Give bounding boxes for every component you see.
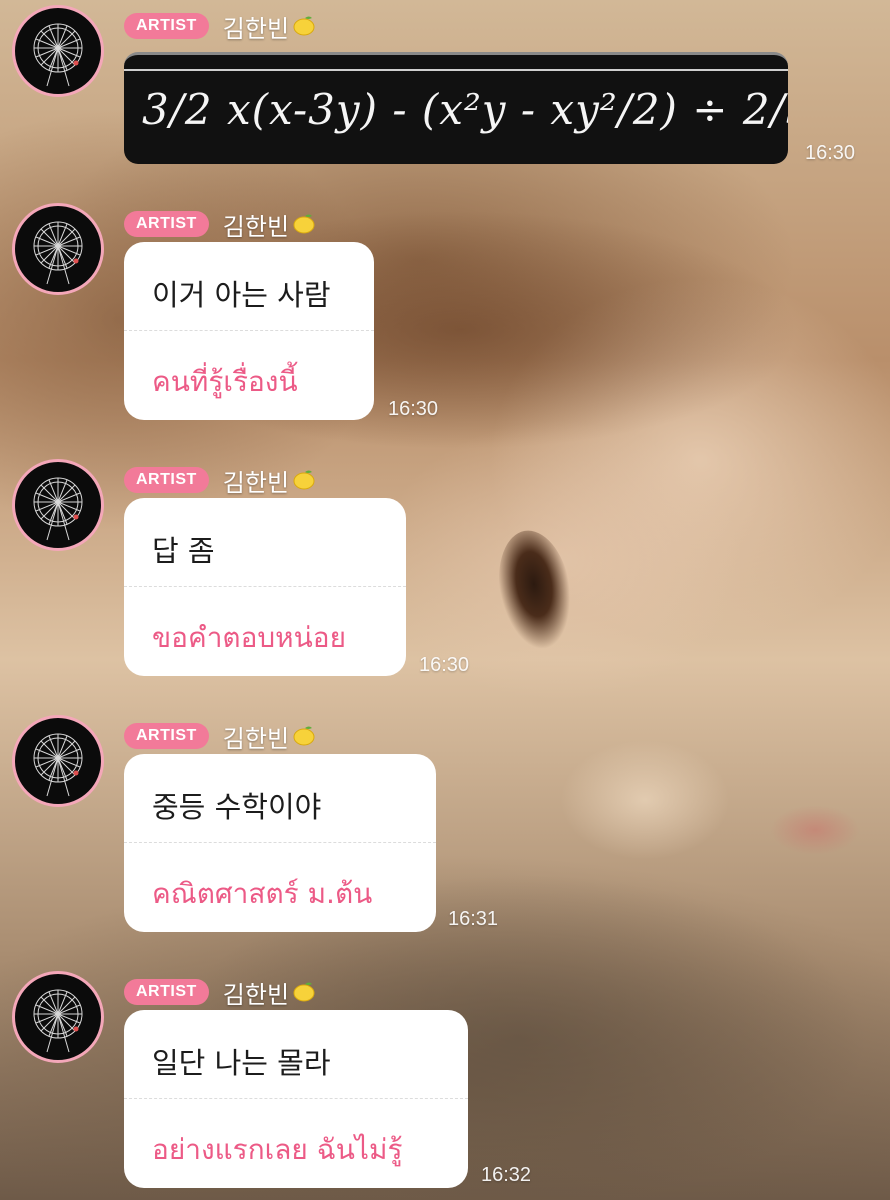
artist-badge: ARTIST bbox=[124, 467, 209, 493]
artist-badge: ARTIST bbox=[124, 723, 209, 749]
timestamp: 16:32 bbox=[481, 1164, 532, 1186]
ferris-wheel-icon bbox=[33, 477, 83, 541]
sender-name: 김한빈 bbox=[222, 980, 290, 1009]
ferris-wheel-icon bbox=[33, 733, 83, 797]
chat-message-1: ARTIST 김한빈 3/2 x(x-3y) - (x²y - xy²/2) ÷… bbox=[0, 0, 890, 170]
sender-row: ARTIST 김한빈 bbox=[124, 720, 317, 753]
ferris-wheel-icon bbox=[33, 989, 83, 1053]
lemon-icon bbox=[291, 979, 317, 1005]
translation-text: คนที่รู้เรื่องนี้ bbox=[152, 365, 298, 398]
avatar[interactable] bbox=[12, 5, 104, 97]
translation-text: คณิตศาสตร์ ม.ต้น bbox=[152, 877, 373, 910]
timestamp: 16:30 bbox=[388, 398, 439, 420]
message-text: 이거 아는 사람 bbox=[152, 278, 331, 312]
image-attachment[interactable]: 3/2 x(x-3y) - (x²y - xy²/2) ÷ 2/5 y bbox=[124, 52, 788, 164]
timestamp: 16:30 bbox=[805, 142, 856, 164]
sender-row: ARTIST 김한빈 bbox=[124, 464, 317, 497]
message-text: 중등 수학이야 bbox=[152, 790, 322, 824]
timestamp: 16:31 bbox=[448, 908, 499, 930]
avatar[interactable] bbox=[12, 203, 104, 295]
message-bubble[interactable]: 일단 나는 몰라 อย่างแรกเลย ฉันไม่รู้ bbox=[124, 1010, 468, 1188]
translation-text: อย่างแรกเลย ฉันไม่รู้ bbox=[152, 1133, 403, 1166]
avatar[interactable] bbox=[12, 459, 104, 551]
ferris-wheel-icon bbox=[33, 221, 83, 285]
lemon-icon bbox=[291, 13, 317, 39]
sender-name: 김한빈 bbox=[222, 14, 290, 43]
artist-badge: ARTIST bbox=[124, 13, 209, 39]
translation-divider bbox=[124, 1098, 468, 1099]
sender-row: ARTIST 김한빈 bbox=[124, 208, 317, 241]
avatar[interactable] bbox=[12, 715, 104, 807]
artist-badge: ARTIST bbox=[124, 979, 209, 1005]
sender-name: 김한빈 bbox=[222, 212, 290, 241]
lemon-icon bbox=[291, 723, 317, 749]
sender-row: ARTIST 김한빈 bbox=[124, 976, 317, 1009]
translation-divider bbox=[124, 842, 436, 843]
translation-text: ขอคำตอบหน่อย bbox=[152, 621, 347, 654]
message-bubble[interactable]: 중등 수학이야 คณิตศาสตร์ ม.ต้น bbox=[124, 754, 436, 932]
sender-name: 김한빈 bbox=[222, 468, 290, 497]
chat-message-5: ARTIST 김한빈 일단 나는 몰라 อย่างแรกเลย ฉันไม่รู… bbox=[0, 966, 890, 1200]
ferris-wheel-icon bbox=[33, 23, 83, 87]
timestamp: 16:30 bbox=[419, 654, 470, 676]
chat-message-3: ARTIST 김한빈 답 좀 ขอคำตอบหน่อย 16:30 bbox=[0, 454, 890, 684]
chat-message-4: ARTIST 김한빈 중등 수학이야 คณิตศาสตร์ ม.ต้น 16:3… bbox=[0, 710, 890, 940]
artist-badge: ARTIST bbox=[124, 211, 209, 237]
sender-row: ARTIST 김한빈 bbox=[124, 10, 317, 43]
handwritten-math-text: 3/2 x(x-3y) - (x²y - xy²/2) ÷ 2/5 y bbox=[142, 85, 788, 134]
message-bubble[interactable]: 이거 아는 사람 คนที่รู้เรื่องนี้ bbox=[124, 242, 374, 420]
chat-message-2: ARTIST 김한빈 이거 아는 사람 คนที่รู้เรื่องนี้ 16… bbox=[0, 198, 890, 428]
translation-divider bbox=[124, 330, 374, 331]
message-text: 일단 나는 몰라 bbox=[152, 1046, 331, 1080]
message-bubble[interactable]: 답 좀 ขอคำตอบหน่อย bbox=[124, 498, 406, 676]
message-text: 답 좀 bbox=[152, 534, 215, 568]
image-border-line bbox=[124, 69, 788, 71]
lemon-icon bbox=[291, 467, 317, 493]
lemon-icon bbox=[291, 211, 317, 237]
avatar[interactable] bbox=[12, 971, 104, 1063]
translation-divider bbox=[124, 586, 406, 587]
sender-name: 김한빈 bbox=[222, 724, 290, 753]
